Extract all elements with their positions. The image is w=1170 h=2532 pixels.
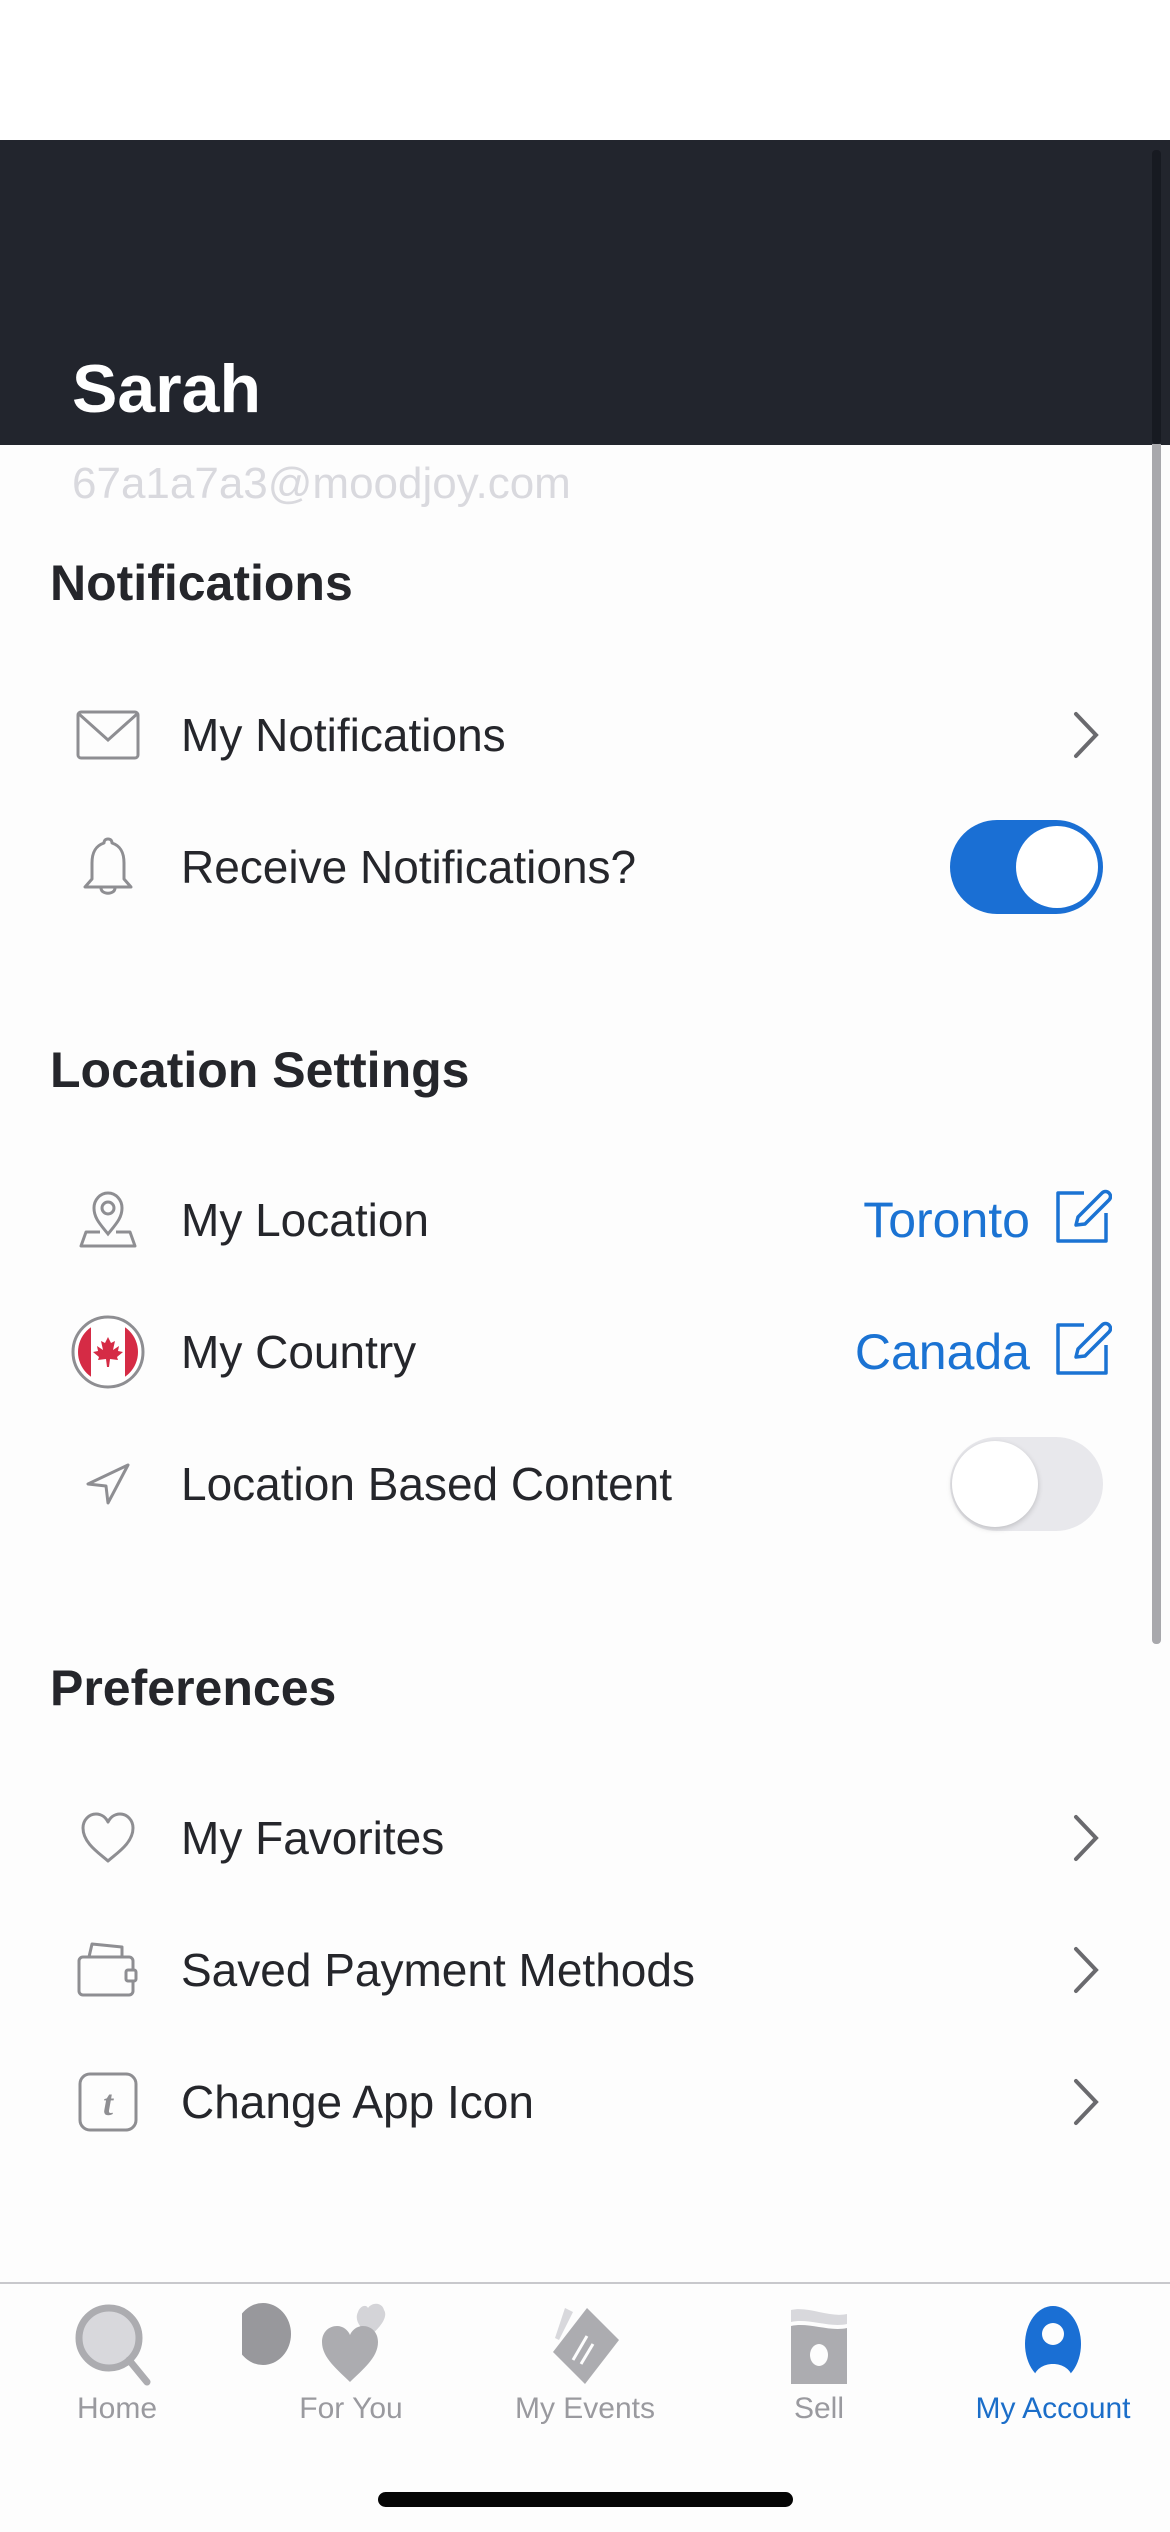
chevron-right-icon[interactable] [1068,1813,1104,1863]
tab-my-account[interactable]: My Account [936,2284,1170,2444]
svg-text:t: t [103,2083,114,2123]
account-icon [1003,2300,1103,2390]
row-label: My Location [181,1194,430,1246]
scrollbar-upper[interactable] [1152,150,1161,444]
search-icon [67,2300,167,2390]
chevron-right-icon[interactable] [1068,710,1104,760]
location-based-content-toggle[interactable] [950,1437,1103,1531]
chevron-right-icon[interactable] [1068,2077,1104,2127]
money-icon [769,2300,869,2390]
edit-icon[interactable] [1054,1319,1113,1377]
row-my-location[interactable]: My Location Toronto [0,1165,1150,1275]
row-label: Receive Notifications? [181,841,637,893]
wallet-icon [68,1940,148,2000]
toggle-knob [1016,826,1098,908]
chevron-right-icon[interactable] [1068,1945,1104,1995]
row-my-notifications[interactable]: My Notifications [0,680,1150,790]
map-pin-icon [68,1190,148,1250]
tab-label: My Account [975,2392,1131,2425]
app-icon-t-icon: t [68,2072,148,2132]
tab-label: Sell [793,2392,845,2425]
navigation-arrow-icon [68,1454,148,1514]
status-bar-area [0,0,1170,140]
tab-label: For You [299,2392,403,2425]
row-receive-notifications: Receive Notifications? [0,812,1150,922]
tab-label: Home [76,2392,158,2425]
tab-my-events[interactable]: My Events [468,2284,702,2444]
section-heading-location-settings: Location Settings [50,1042,470,1098]
profile-header: Sarah 67a1a7a3@moodjoy.com [0,140,1170,506]
row-label: My Country [181,1326,417,1378]
profile-email: 67a1a7a3@moodjoy.com [72,459,571,508]
country-value-link[interactable]: Canada [855,1327,1030,1377]
ticket-icon [535,2300,635,2390]
row-label: Change App Icon [181,2076,534,2128]
row-label: Saved Payment Methods [181,1944,695,1996]
row-my-favorites[interactable]: My Favorites [0,1783,1150,1893]
bell-icon [68,837,148,897]
canada-flag-icon [68,1315,148,1389]
tab-label: My Events [514,2392,656,2425]
heart-icon [68,1808,148,1868]
toggle-knob [952,1441,1038,1527]
row-saved-payment-methods[interactable]: Saved Payment Methods [0,1915,1150,2025]
row-label: Location Based Content [181,1458,673,1510]
tab-sell[interactable]: Sell [702,2284,936,2444]
section-heading-notifications: Notifications [50,555,353,611]
section-heading-preferences: Preferences [50,1660,337,1716]
row-label: My Favorites [181,1812,445,1864]
row-location-based-content: Location Based Content [0,1429,1150,1539]
edit-icon[interactable] [1054,1187,1113,1245]
receive-notifications-toggle[interactable] [950,820,1103,914]
home-indicator[interactable] [378,2492,793,2507]
row-my-country[interactable]: My Country Canada [0,1297,1150,1407]
profile-name: Sarah [72,351,261,427]
envelope-icon [68,705,148,765]
tab-home[interactable]: Home [0,2284,234,2444]
location-value-link[interactable]: Toronto [863,1195,1030,1245]
scrollbar-thumb[interactable] [1152,444,1161,1644]
hearts-icon [235,2300,422,2390]
tab-for-you[interactable]: For You [234,2284,468,2444]
row-change-app-icon[interactable]: t Change App Icon [0,2047,1150,2157]
row-label: My Notifications [181,709,506,761]
